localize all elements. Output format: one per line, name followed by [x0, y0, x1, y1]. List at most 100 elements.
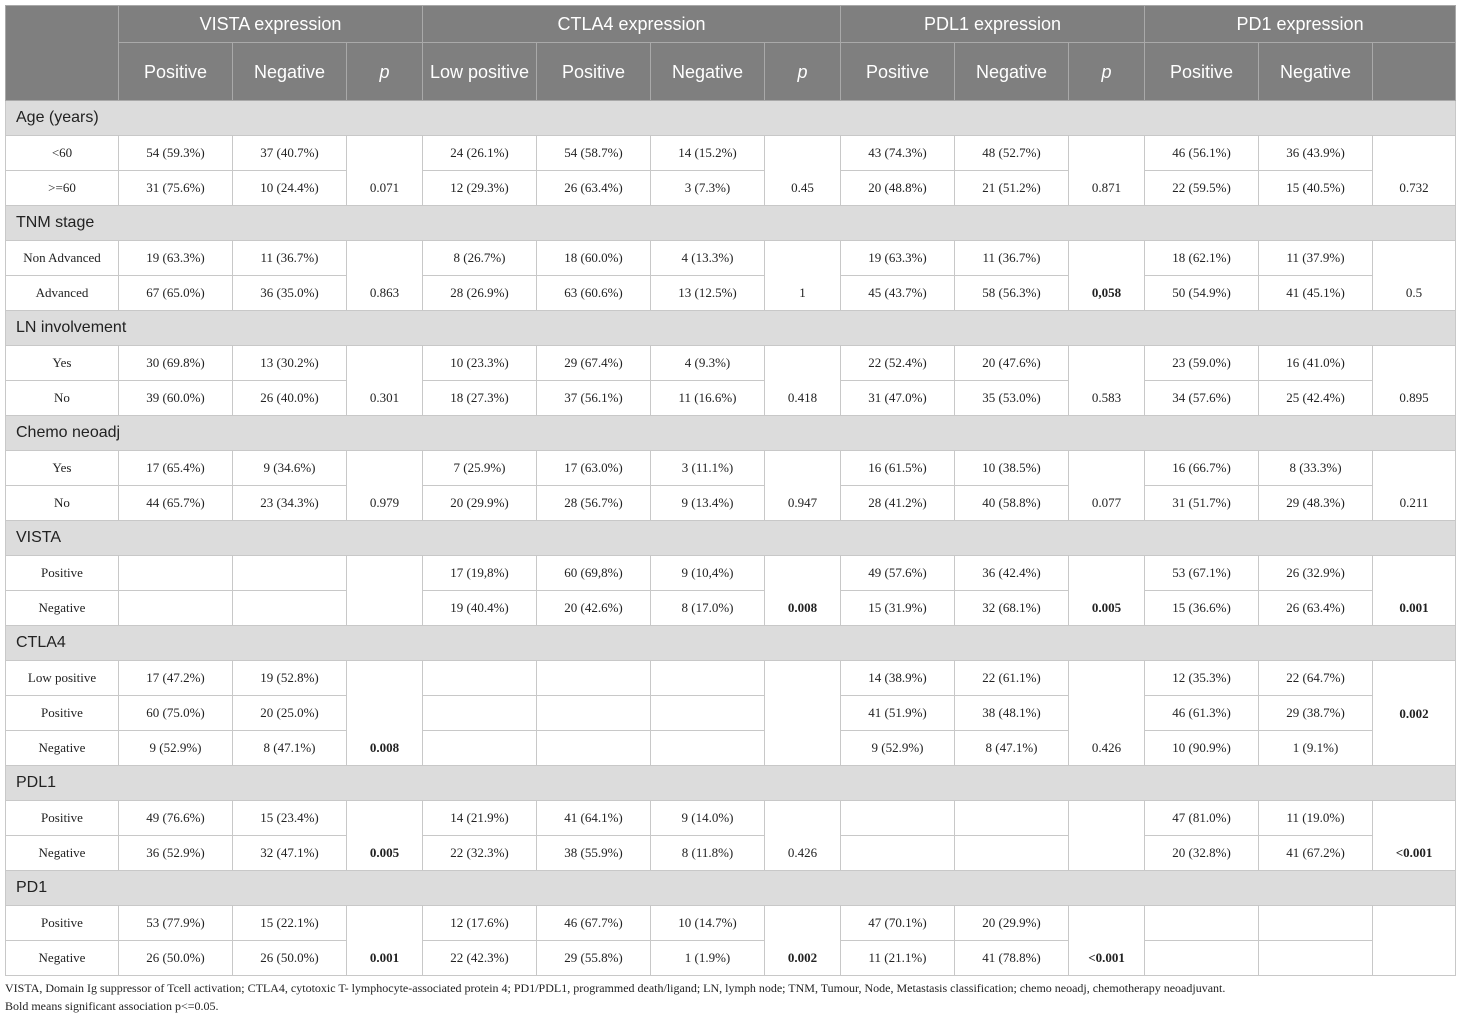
section-title: CTLA4 [4, 625, 1457, 661]
pdl1-cell: 45 (43.7%) [840, 275, 956, 311]
row-label: No [5, 485, 119, 521]
pdl1-cell: 40 (58.8%) [954, 485, 1070, 521]
row-label: Positive [5, 905, 119, 941]
ctla4-cell: 18 (60.0%) [536, 240, 651, 276]
vista-cell [232, 555, 347, 591]
pd1-cell: 15 (36.6%) [1144, 590, 1260, 626]
row-label: Positive [5, 800, 119, 836]
ctla4-cell: 19 (40.4%) [422, 590, 537, 626]
ctla4-cell: 26 (63.4%) [536, 170, 651, 206]
ctla4-p-value: 0.418 [763, 345, 842, 416]
pd1-cell: 34 (57.6%) [1144, 380, 1260, 416]
pdl1-cell: 31 (47.0%) [840, 380, 956, 416]
pdl1-cell: 15 (31.9%) [840, 590, 956, 626]
vista-cell: 31 (75.6%) [118, 170, 233, 206]
pd1-cell: 15 (40.5%) [1258, 170, 1374, 206]
header-pdl1-positive: Positive [840, 42, 956, 101]
row-label: Advanced [5, 275, 119, 311]
ctla4-cell: 10 (23.3%) [422, 345, 537, 381]
vista-p-value: 0.071 [346, 135, 423, 206]
pd1-p-value: 0.732 [1372, 135, 1457, 206]
pdl1-cell [840, 800, 956, 836]
ctla4-cell: 11 (16.6%) [650, 380, 765, 416]
pdl1-cell: 20 (29.9%) [954, 905, 1070, 941]
pd1-cell: 22 (59.5%) [1144, 170, 1260, 206]
vista-cell [232, 590, 347, 626]
vista-cell: 36 (52.9%) [118, 835, 233, 871]
ctla4-cell: 18 (27.3%) [422, 380, 537, 416]
pd1-cell: 26 (63.4%) [1258, 590, 1374, 626]
vista-cell: 15 (22.1%) [232, 905, 347, 941]
pdl1-cell: 10 (38.5%) [954, 450, 1070, 486]
pdl1-cell: 47 (70.1%) [840, 905, 956, 941]
header-pdl1-p: p [1068, 42, 1146, 101]
row-label: Negative [5, 590, 119, 626]
pd1-cell [1258, 940, 1374, 976]
ctla4-cell: 9 (14.0%) [650, 800, 765, 836]
vista-cell: 37 (40.7%) [232, 135, 347, 171]
vista-cell: 19 (52.8%) [232, 660, 347, 696]
pdl1-p-value: 0.005 [1068, 555, 1146, 626]
pd1-cell [1144, 940, 1260, 976]
pd1-cell: 46 (61.3%) [1144, 695, 1260, 731]
ctla4-cell: 17 (63.0%) [536, 450, 651, 486]
ctla4-cell: 10 (14.7%) [650, 905, 765, 941]
results-table: VISTA expression CTLA4 expression PDL1 e… [4, 5, 1457, 976]
pd1-p-value [1372, 905, 1457, 976]
table-row: No 39 (60.0%) 26 (40.0%) 18 (27.3%) 37 (56.1… [5, 380, 1456, 416]
header-pdl1-negative: Negative [954, 42, 1070, 101]
row-label: <60 [5, 135, 119, 171]
section-title: Chemo neoadj [4, 415, 1457, 451]
pd1-cell [1258, 905, 1374, 941]
pd1-cell: 46 (56.1%) [1144, 135, 1260, 171]
vista-p-value: 0.005 [346, 800, 423, 871]
vista-cell: 60 (75.0%) [118, 695, 233, 731]
row-label: >=60 [5, 170, 119, 206]
ctla4-cell: 12 (17.6%) [422, 905, 537, 941]
ctla4-p-value: 0.45 [763, 135, 842, 206]
row-label: Positive [5, 695, 119, 731]
pdl1-cell: 8 (47.1%) [954, 730, 1070, 766]
pd1-cell: 41 (45.1%) [1258, 275, 1374, 311]
vista-cell: 26 (50.0%) [118, 940, 233, 976]
vista-cell: 36 (35.0%) [232, 275, 347, 311]
ctla4-cell: 46 (67.7%) [536, 905, 651, 941]
vista-cell: 17 (65.4%) [118, 450, 233, 486]
table-row: Negative 26 (50.0%) 26 (50.0%) 22 (42.3%) 29… [5, 940, 1456, 976]
ctla4-cell: 24 (26.1%) [422, 135, 537, 171]
vista-cell: 9 (34.6%) [232, 450, 347, 486]
pd1-cell: 12 (35.3%) [1144, 660, 1260, 696]
vista-cell: 30 (69.8%) [118, 345, 233, 381]
vista-cell: 10 (24.4%) [232, 170, 347, 206]
pd1-cell: 50 (54.9%) [1144, 275, 1260, 311]
vista-cell: 26 (50.0%) [232, 940, 347, 976]
table-row: No 44 (65.7%) 23 (34.3%) 20 (29.9%) 28 (56.7… [5, 485, 1456, 521]
pdl1-cell: 28 (41.2%) [840, 485, 956, 521]
pdl1-p-value: 0.426 [1068, 660, 1146, 766]
ctla4-cell: 8 (11.8%) [650, 835, 765, 871]
pd1-cell: 20 (32.8%) [1144, 835, 1260, 871]
vista-cell: 15 (23.4%) [232, 800, 347, 836]
ctla4-cell: 20 (42.6%) [536, 590, 651, 626]
vista-cell: 23 (34.3%) [232, 485, 347, 521]
vista-cell: 20 (25.0%) [232, 695, 347, 731]
pdl1-cell: 19 (63.3%) [840, 240, 956, 276]
pdl1-cell: 32 (68.1%) [954, 590, 1070, 626]
section-row: Chemo neoadj [4, 415, 1457, 451]
ctla4-cell: 41 (64.1%) [536, 800, 651, 836]
pdl1-p-value: 0.077 [1068, 450, 1146, 521]
pd1-cell: 25 (42.4%) [1258, 380, 1374, 416]
vista-cell: 44 (65.7%) [118, 485, 233, 521]
pdl1-cell [954, 835, 1070, 871]
pdl1-cell: 35 (53.0%) [954, 380, 1070, 416]
header-vista-positive: Positive [118, 42, 233, 101]
ctla4-p-value: 0.008 [763, 555, 842, 626]
table-row: Positive 53 (77.9%) 15 (22.1%) 0.001 12 (17.… [5, 905, 1457, 976]
ctla4-cell: 28 (26.9%) [422, 275, 537, 311]
table-row: Low positive 17 (47.2%) 19 (52.8%) 0.008 14 … [5, 660, 1457, 766]
pdl1-cell: 48 (52.7%) [954, 135, 1070, 171]
vista-cell: 11 (36.7%) [232, 240, 347, 276]
ctla4-cell: 22 (32.3%) [422, 835, 537, 871]
row-label: Negative [5, 835, 119, 871]
pdl1-cell: 14 (38.9%) [840, 660, 956, 696]
